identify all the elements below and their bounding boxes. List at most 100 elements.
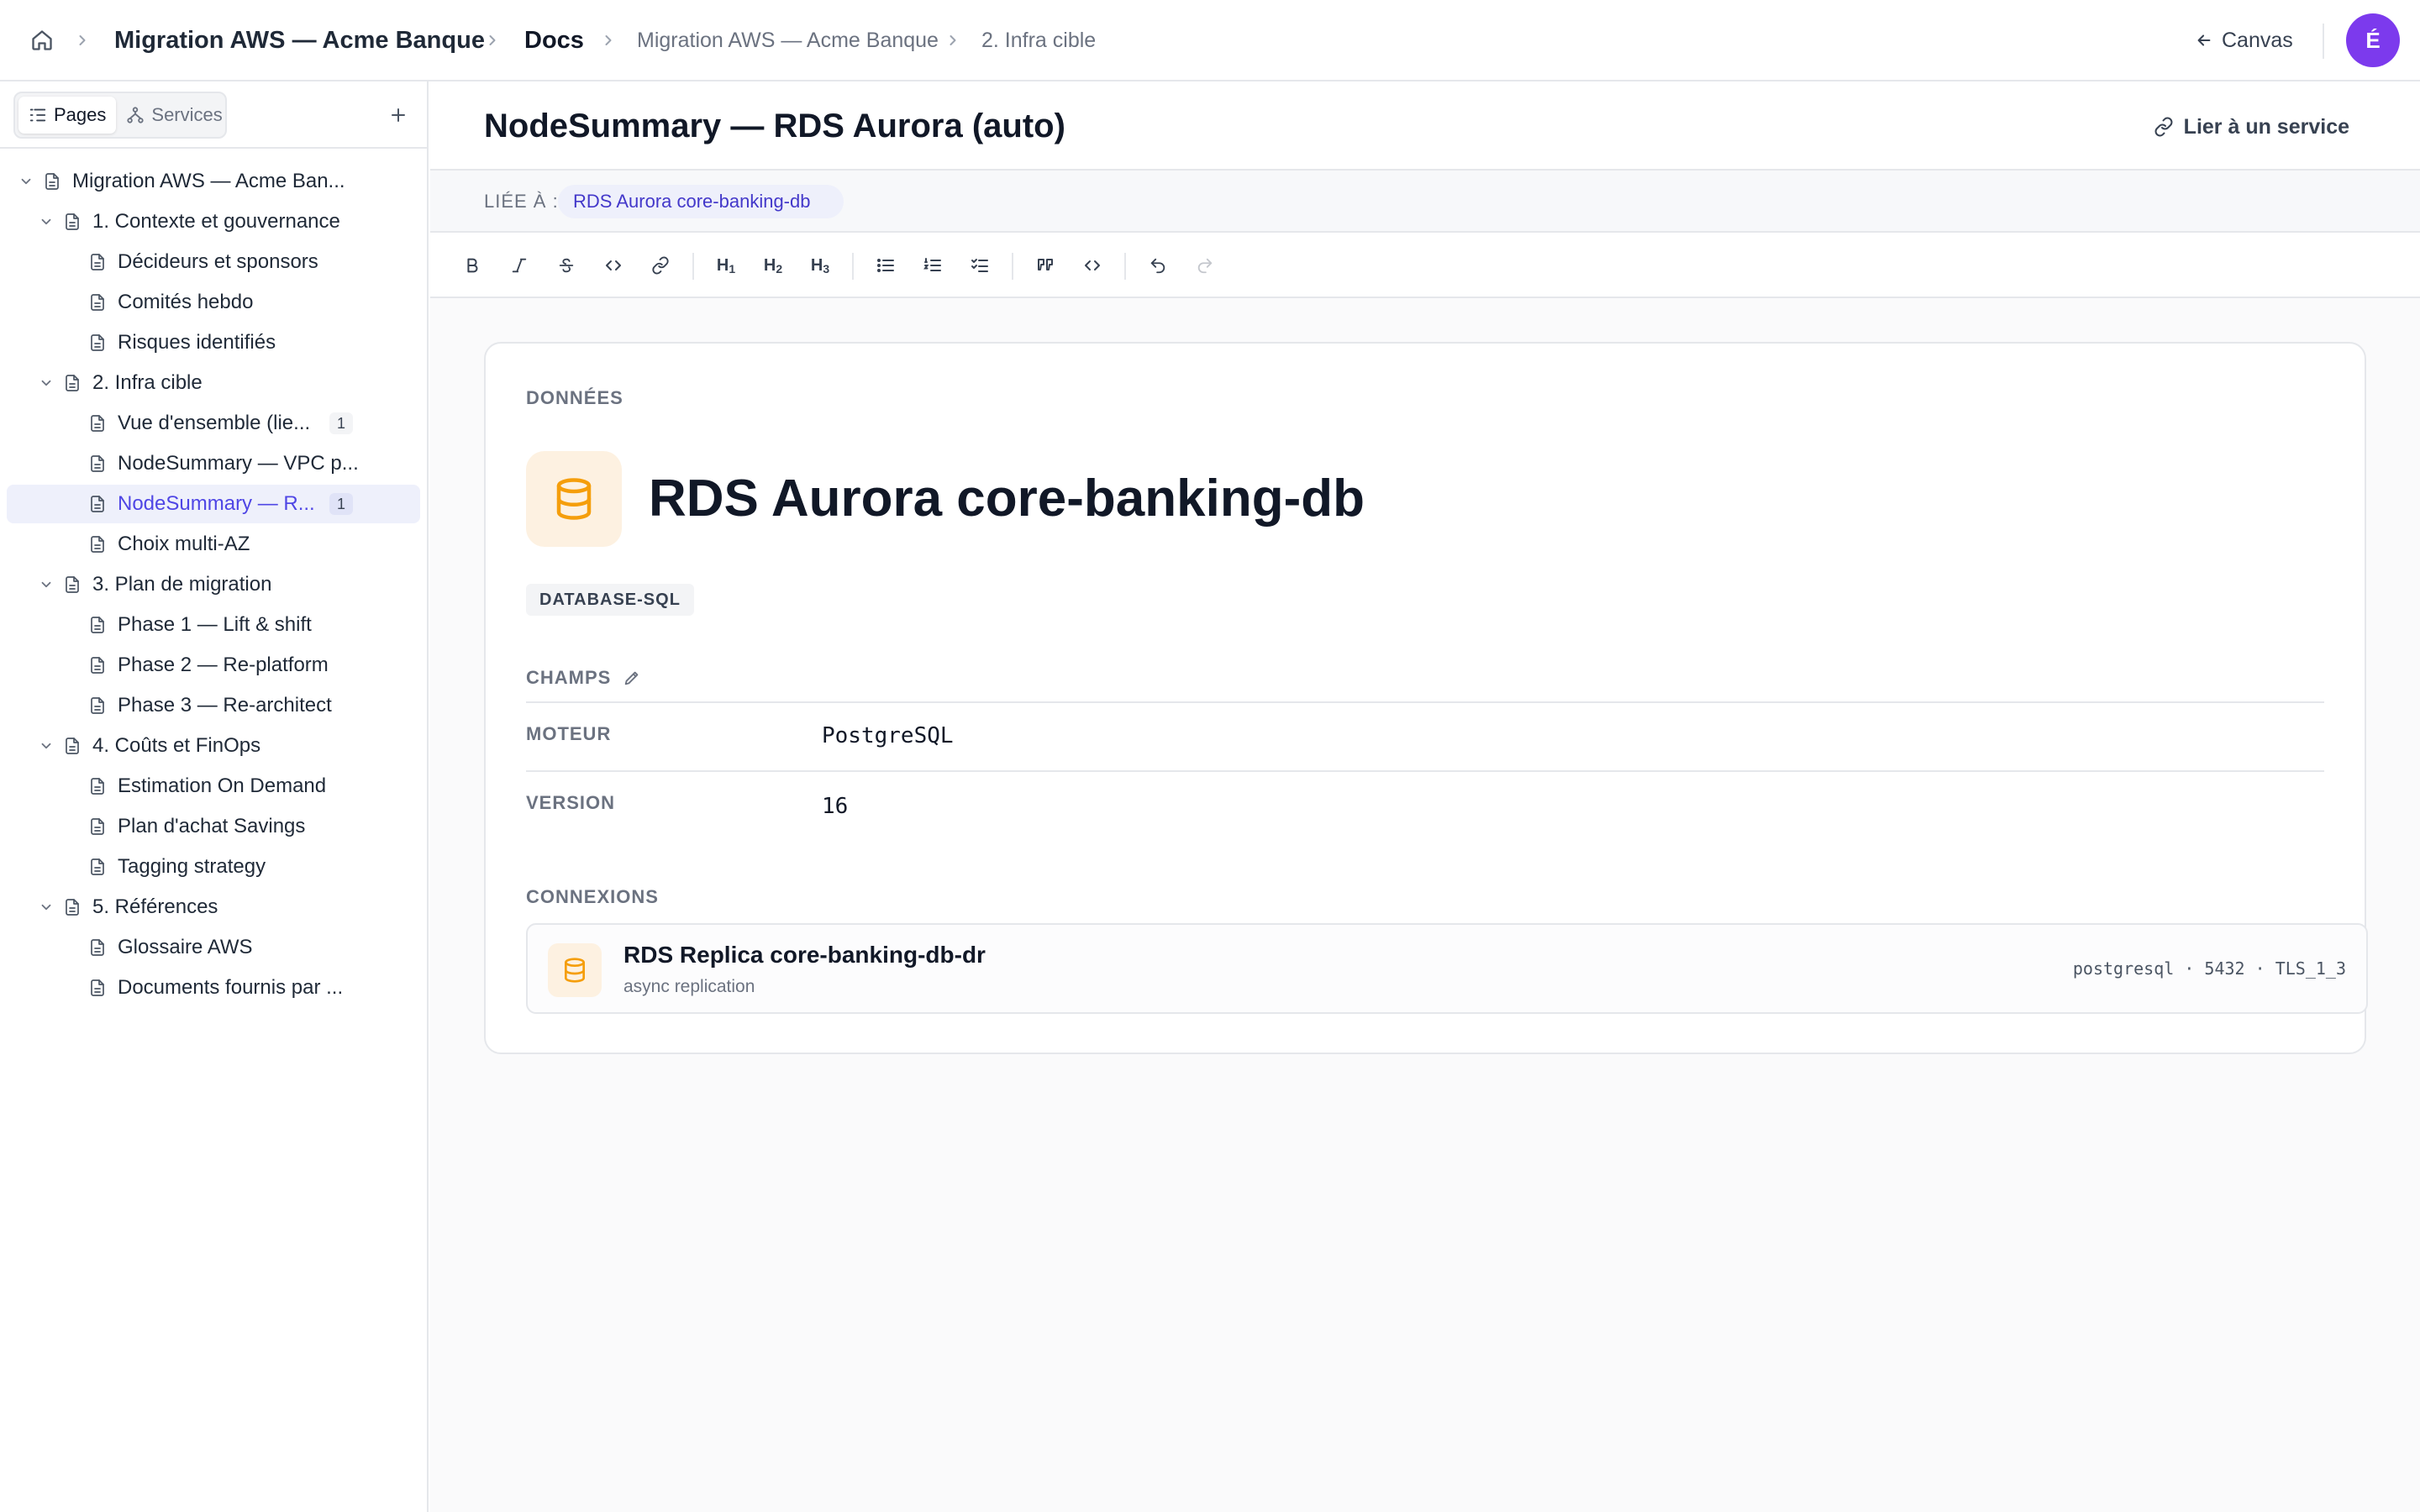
- redo-icon: [1196, 256, 1214, 275]
- heading-2-button[interactable]: H2: [758, 250, 788, 281]
- sidebar-page-label: NodeSummary — R...: [118, 492, 315, 515]
- home-button[interactable]: [27, 25, 57, 55]
- sidebar-page-label: Tagging strategy: [118, 855, 266, 878]
- sidebar-page-label: Phase 1 — Lift & shift: [118, 613, 312, 636]
- undo-button[interactable]: [1143, 250, 1173, 281]
- sidebar-page-item[interactable]: Phase 2 — Re-platform: [7, 646, 420, 685]
- sidebar-page-label: Migration AWS — Acme Ban...: [72, 170, 345, 192]
- sidebar-page-item[interactable]: Migration AWS — Acme Ban...: [7, 162, 420, 201]
- document-icon: [87, 816, 108, 837]
- breadcrumb-docs[interactable]: Docs: [524, 0, 584, 81]
- sidebar-page-item[interactable]: Plan d'achat Savings: [7, 807, 420, 846]
- sidebar-page-label: 5. Références: [92, 895, 218, 918]
- tab-pages[interactable]: Pages: [18, 97, 117, 134]
- page-title[interactable]: NodeSummary — RDS Aurora (auto): [484, 81, 1065, 171]
- sidebar-page-item[interactable]: Risques identifiés: [7, 323, 420, 362]
- document-icon: [62, 373, 82, 393]
- link-button[interactable]: [645, 250, 676, 281]
- add-page-button[interactable]: [383, 100, 413, 130]
- chevron-down-icon[interactable]: [39, 900, 54, 915]
- sidebar-page-item[interactable]: Décideurs et sponsors: [7, 243, 420, 281]
- sidebar-page-item[interactable]: 1. Contexte et gouvernance: [7, 202, 420, 241]
- sidebar-page-label: 1. Contexte et gouvernance: [92, 210, 340, 233]
- chevron-down-icon[interactable]: [18, 174, 34, 189]
- italic-icon: [510, 256, 529, 275]
- field-value[interactable]: 16: [822, 794, 848, 819]
- linked-service-bar: LIÉE À : RDS Aurora core-banking-db: [430, 171, 2420, 233]
- chevron-down-icon[interactable]: [39, 738, 54, 753]
- sidebar-page-label: Estimation On Demand: [118, 774, 327, 797]
- chevron-down-icon[interactable]: [39, 375, 54, 391]
- chevron-right-icon: [484, 32, 501, 49]
- toolbar-divider: [1124, 253, 1126, 280]
- sidebar-page-item[interactable]: Phase 1 — Lift & shift: [7, 606, 420, 644]
- inline-code-button[interactable]: [598, 250, 629, 281]
- document-icon: [42, 171, 62, 192]
- edit-fields-button[interactable]: [623, 669, 641, 687]
- sidebar-page-item[interactable]: Glossaire AWS: [7, 928, 420, 967]
- breadcrumb-page[interactable]: Migration AWS — Acme Banque: [637, 0, 939, 81]
- count-badge: 1: [329, 412, 353, 434]
- blockquote-button[interactable]: [1030, 250, 1060, 281]
- breadcrumb-project[interactable]: Migration AWS — Acme Banque: [114, 0, 485, 81]
- sidebar-page-item[interactable]: Documents fournis par ...: [7, 969, 420, 1007]
- sidebar-page-item[interactable]: 4. Coûts et FinOps: [7, 727, 420, 765]
- sidebar-page-item[interactable]: 5. Références: [7, 888, 420, 927]
- sidebar-page-item[interactable]: 3. Plan de migration: [7, 565, 420, 604]
- code-block-button[interactable]: [1077, 250, 1107, 281]
- sidebar-page-item[interactable]: Comités hebdo: [7, 283, 420, 322]
- link-icon: [651, 256, 670, 275]
- connection-item[interactable]: RDS Replica core-banking-db-dr async rep…: [526, 923, 2368, 1014]
- bold-button[interactable]: [457, 250, 487, 281]
- chevron-down-icon[interactable]: [39, 577, 54, 592]
- italic-button[interactable]: [504, 250, 534, 281]
- heading-3-button[interactable]: H3: [805, 250, 835, 281]
- sidebar-page-label: Vue d'ensemble (lie...: [118, 412, 311, 434]
- heading-1-button[interactable]: H1: [711, 250, 741, 281]
- sidebar-page-label: Comités hebdo: [118, 291, 254, 313]
- chevron-down-icon[interactable]: [39, 214, 54, 229]
- sidebar-page-label: 3. Plan de migration: [92, 573, 272, 596]
- home-icon: [30, 29, 54, 52]
- sidebar-page-item[interactable]: Phase 3 — Re-architect: [7, 686, 420, 725]
- field-value[interactable]: PostgreSQL: [822, 723, 954, 748]
- strikethrough-button[interactable]: [551, 250, 581, 281]
- sidebar-page-item[interactable]: NodeSummary — R... 1: [7, 485, 420, 523]
- breadcrumb-subpage[interactable]: 2. Infra cible: [981, 0, 1096, 81]
- sidebar-page-item[interactable]: NodeSummary — VPC p...: [7, 444, 420, 483]
- sidebar-page-item[interactable]: Tagging strategy: [7, 848, 420, 886]
- canvas-button[interactable]: Canvas: [2195, 22, 2293, 59]
- network-icon: [126, 106, 145, 124]
- tab-services[interactable]: Services: [116, 97, 232, 134]
- document-icon: [87, 252, 108, 272]
- heading-1-icon: H1: [716, 255, 736, 276]
- document-icon: [87, 494, 108, 514]
- sidebar-page-label: 2. Infra cible: [92, 371, 203, 394]
- connection-meta: postgresql · 5432 · TLS_1_3: [2072, 958, 2346, 979]
- sidebar-page-label: Documents fournis par ...: [118, 976, 344, 999]
- category-label: DONNÉES: [526, 387, 623, 408]
- task-list-button[interactable]: [965, 250, 995, 281]
- toolbar-divider: [852, 253, 854, 280]
- undo-icon: [1149, 256, 1167, 275]
- sidebar-page-item[interactable]: Choix multi-AZ: [7, 525, 420, 564]
- node-title: RDS Aurora core-banking-db: [649, 470, 1365, 528]
- redo-button[interactable]: [1190, 250, 1220, 281]
- document-icon: [62, 736, 82, 756]
- database-icon: [551, 476, 597, 522]
- main-content: NodeSummary — RDS Aurora (auto) Lier à u…: [430, 81, 2420, 1512]
- ordered-list-button[interactable]: [918, 250, 948, 281]
- code-icon: [603, 255, 623, 276]
- sidebar-page-item[interactable]: Estimation On Demand: [7, 767, 420, 806]
- sidebar-page-item[interactable]: 2. Infra cible: [7, 364, 420, 402]
- arrow-left-icon: [2195, 31, 2213, 50]
- avatar[interactable]: É: [2346, 13, 2400, 67]
- linked-service-chip[interactable]: RDS Aurora core-banking-db: [558, 185, 844, 218]
- bullet-list-button[interactable]: [871, 250, 901, 281]
- document-icon: [87, 534, 108, 554]
- document-icon: [87, 454, 108, 474]
- link-service-button[interactable]: Lier à un service: [2154, 110, 2349, 144]
- connection-subtitle: async replication: [623, 977, 755, 996]
- sidebar-page-item[interactable]: Vue d'ensemble (lie... 1: [7, 404, 420, 443]
- sidebar-page-label: Phase 3 — Re-architect: [118, 694, 332, 717]
